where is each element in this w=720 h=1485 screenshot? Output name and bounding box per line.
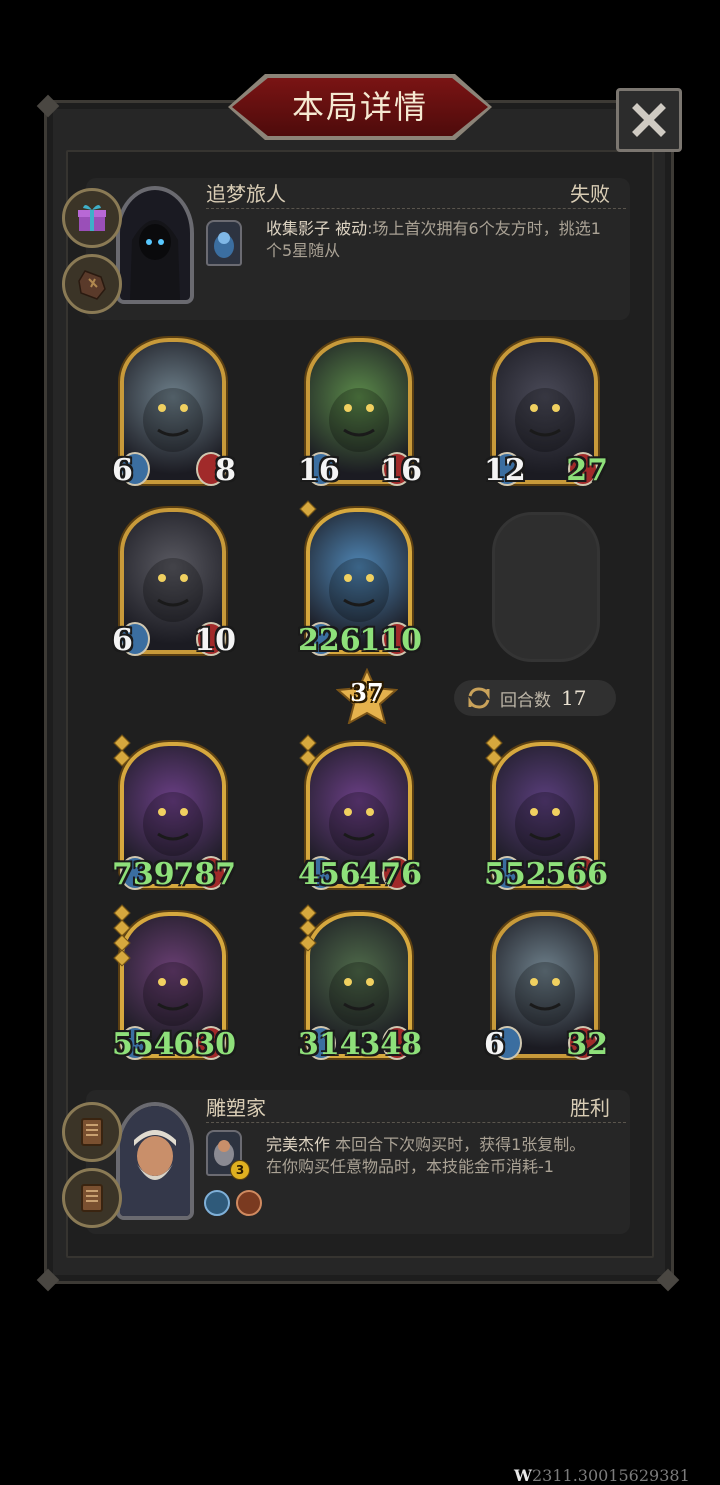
opponent-skill-icon	[206, 220, 242, 266]
golden-star-pips	[299, 904, 317, 952]
minion-health: 8	[215, 453, 236, 488]
minion-attack: 552	[484, 857, 547, 892]
star-pip-icon	[485, 749, 503, 767]
divider	[206, 208, 626, 209]
hooded-shadow-hero-image	[130, 220, 180, 300]
book-button[interactable]	[62, 1102, 122, 1162]
player-minion-card[interactable]: 456 476	[298, 734, 422, 892]
skill-desc-line1: 本回合下次购买时，获得1张复制。	[335, 1135, 586, 1154]
watermark-code: 2311.30015629381	[531, 1466, 690, 1485]
minion-health: 16	[380, 453, 422, 488]
minion-health: 630	[173, 1027, 236, 1062]
player-minion-card[interactable]: 314 348	[298, 904, 422, 1062]
minion-health: 27	[566, 453, 608, 488]
opponent-minion-card[interactable]: 68	[112, 338, 236, 488]
coffin-button[interactable]	[62, 254, 122, 314]
shadow-creature-icon	[214, 232, 234, 258]
book-icon	[81, 1184, 103, 1212]
minion-attack: 16	[298, 453, 340, 488]
sword-buff-icon	[204, 1190, 230, 1216]
divider	[206, 1122, 626, 1123]
player-minion-card[interactable]: 6 32	[484, 912, 608, 1062]
skill-type: 被动	[335, 219, 368, 238]
sculptor-hero-image	[120, 1106, 190, 1216]
empty-minion-slot	[492, 512, 600, 662]
gift-icon	[78, 204, 106, 231]
player-skill-description: 完美杰作 本回合下次购买时，获得1张复制。 在你购买任意物品时，本技能金币消耗-…	[266, 1134, 616, 1178]
star-pip-icon	[113, 749, 131, 767]
turn-value: 17	[561, 686, 587, 710]
watermark-prefix: W	[514, 1466, 532, 1485]
skill-cost-badge: 3	[230, 1160, 250, 1180]
minion-attack: 314	[298, 1027, 361, 1062]
minion-attack: 226	[298, 623, 361, 658]
player-name: 雕塑家	[206, 1096, 266, 1120]
refresh-icon	[468, 687, 490, 709]
star-pip-icon	[113, 949, 131, 967]
page-title: 本局详情	[291, 88, 428, 126]
minion-health: 476	[359, 857, 422, 892]
opponent-name: 追梦旅人	[206, 182, 286, 206]
player-result: 胜利	[570, 1096, 610, 1120]
opponent-minion-card[interactable]: 6 10	[112, 508, 236, 658]
minion-health: 10	[194, 623, 236, 658]
player-skill-icon: 3	[206, 1130, 250, 1180]
minion-health: 566	[545, 857, 608, 892]
potion-buff-icon	[236, 1190, 262, 1216]
golden-star-pips	[299, 500, 317, 518]
star-pip-icon	[299, 749, 317, 767]
golden-star-pips	[113, 904, 131, 967]
turn-counter: 回合数 17	[454, 680, 616, 716]
player-hero-portrait	[116, 1102, 194, 1220]
player-minion-card[interactable]: 739 787	[112, 734, 236, 892]
minion-attack: 6	[112, 453, 133, 488]
opponent-result: 失败	[570, 182, 610, 206]
close-button[interactable]	[616, 88, 682, 152]
close-icon	[632, 103, 666, 137]
opponent-hero-portrait	[116, 186, 194, 304]
opponent-minion-card[interactable]: 226 110	[298, 500, 422, 658]
minion-attack: 6	[484, 1027, 505, 1062]
minion-health: 110	[359, 623, 422, 658]
skill-desc-line2: 在你购买任意物品时，本技能金币消耗-1	[266, 1157, 554, 1176]
minion-attack: 12	[484, 453, 526, 488]
minion-attack: 554	[112, 1027, 175, 1062]
star-pip-icon	[299, 934, 317, 952]
golden-star-pips	[299, 734, 317, 767]
build-watermark: W2311.30015629381	[514, 1466, 690, 1485]
gift-button[interactable]	[62, 188, 122, 248]
minion-attack: 6	[112, 623, 133, 658]
skill-name: 完美杰作	[266, 1135, 331, 1154]
skill-name: 收集影子	[266, 219, 331, 238]
opponent-minion-card[interactable]: 12 27	[484, 338, 608, 488]
golden-star-pips	[485, 734, 503, 767]
opponent-skill-description: 收集影子 被动:场上首次拥有6个友方时，挑选1个5星随从	[266, 218, 616, 262]
minion-attack: 739	[112, 857, 175, 892]
player-minion-card[interactable]: 554 630	[112, 904, 236, 1062]
minion-health: 787	[173, 857, 236, 892]
book-button-2[interactable]	[62, 1168, 122, 1228]
minion-health: 348	[359, 1027, 422, 1062]
book-icon	[81, 1118, 103, 1146]
minion-health: 32	[566, 1027, 608, 1062]
turn-label: 回合数	[500, 690, 551, 711]
star-pip-icon	[299, 500, 317, 518]
coffin-icon	[78, 270, 106, 300]
player-minion-card[interactable]: 552 566	[484, 734, 608, 892]
golden-star-pips	[113, 734, 131, 767]
minion-attack: 456	[298, 857, 361, 892]
tier-value: 37	[350, 678, 384, 707]
opponent-minion-card[interactable]: 16 16	[298, 338, 422, 488]
tavern-tier-badge: 37	[335, 667, 399, 726]
